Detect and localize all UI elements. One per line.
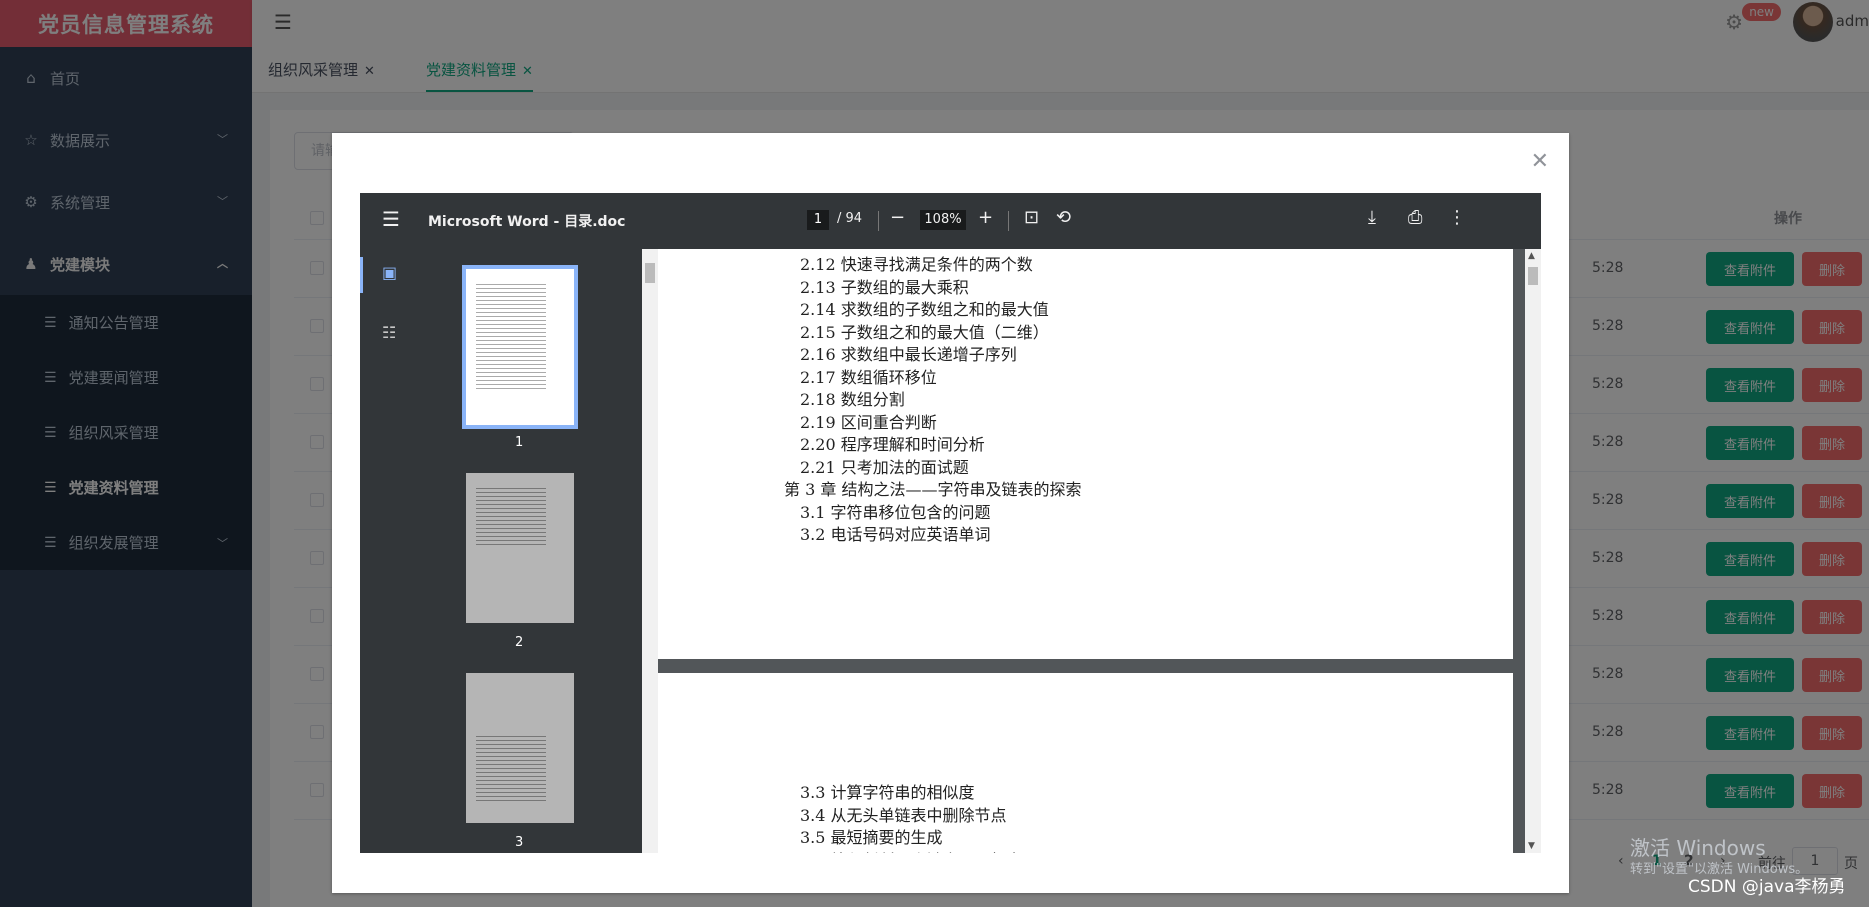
thumbnail-content bbox=[476, 733, 546, 803]
thumbnail-content bbox=[476, 485, 546, 545]
thumbnail-panel: ▣ ☷ 1 2 3 bbox=[360, 249, 642, 853]
page-total: / 94 bbox=[837, 211, 863, 226]
csdn-watermark: CSDN @java李杨勇 bbox=[1688, 877, 1846, 897]
zoom-in-icon[interactable]: + bbox=[978, 207, 993, 228]
toc-line: 2.18 数组分割 bbox=[800, 390, 905, 409]
toc-line: 3.2 电话号码对应英语单词 bbox=[800, 525, 991, 544]
thumbnail-page-1[interactable] bbox=[462, 265, 578, 429]
preview-dialog: ✕ ☰ Microsoft Word - 目录.doc 1 / 94 − 108… bbox=[332, 133, 1569, 893]
pdf-page-1: 2.12 快速寻找满足条件的两个数 2.13 子数组的最大乘积 2.14 求数组的子… bbox=[658, 249, 1513, 659]
toc-line: 3.4 从无头单链表中删除节点 bbox=[800, 805, 1007, 825]
toc-line: 3.5 最短摘要的生成 bbox=[800, 828, 943, 847]
menu-icon[interactable]: ☰ bbox=[382, 207, 400, 231]
toc-line: 2.16 求数组中最长递增子序列 bbox=[800, 345, 1017, 364]
scroll-thumb[interactable] bbox=[645, 263, 655, 283]
pdf-page-2: 3.3 计算字符串的相似度 3.4 从无头单链表中删除节点 3.5 最短摘要的生成3… bbox=[658, 673, 1513, 853]
print-icon[interactable]: ⎙ bbox=[1408, 207, 1422, 228]
toc-line: 2.21 只考加法的面试题 bbox=[800, 457, 969, 477]
download-icon[interactable]: ⤓ bbox=[1368, 207, 1376, 228]
pdf-title: Microsoft Word - 目录.doc bbox=[428, 214, 626, 230]
toc-line: 2.17 数组循环移位 bbox=[800, 367, 937, 387]
zoom-input[interactable]: 108% bbox=[920, 210, 966, 230]
pdf-viewer: ☰ Microsoft Word - 目录.doc 1 / 94 − 108% … bbox=[360, 193, 1541, 853]
toc-line: 2.15 子数组之和的最大值（二维） bbox=[800, 322, 1049, 342]
toc-line: 2.12 快速寻找满足条件的两个数 bbox=[800, 255, 1033, 274]
thumbnail-label: 2 bbox=[515, 635, 524, 650]
thumbnail-label: 3 bbox=[515, 835, 524, 850]
thumbnail-content bbox=[476, 281, 546, 391]
selected-tab-marker bbox=[360, 257, 363, 293]
thumbnail-label: 1 bbox=[515, 435, 524, 450]
toc-line: 3.6 编程判断两个链表是否相交 bbox=[800, 847, 1023, 854]
divider bbox=[1008, 211, 1009, 231]
toc-line: 第 3 章 结构之法——字符串及链表的探索 bbox=[784, 480, 1082, 499]
fit-page-icon[interactable]: ⊡ bbox=[1024, 207, 1039, 228]
toc-line: 2.20 程序理解和时间分析 bbox=[800, 435, 985, 454]
windows-activation-title: 激活 Windows bbox=[1630, 836, 1766, 860]
more-icon[interactable]: ⋮ bbox=[1448, 207, 1466, 228]
outline-tab-icon[interactable]: ☷ bbox=[382, 323, 396, 342]
thumbnail-page-2[interactable] bbox=[466, 473, 574, 623]
scroll-down-icon[interactable]: ▼ bbox=[1528, 841, 1535, 851]
thumbnails-tab-icon[interactable]: ▣ bbox=[382, 263, 397, 282]
pdf-pages: 2.12 快速寻找满足条件的两个数 2.13 子数组的最大乘积 2.14 求数组的子… bbox=[658, 249, 1525, 853]
page-number-input[interactable]: 1 bbox=[807, 210, 829, 230]
scroll-up-icon[interactable]: ▲ bbox=[1528, 251, 1535, 261]
toc-line: 3.1 字符串移位包含的问题 bbox=[800, 502, 991, 522]
toc-line: 2.19 区间重合判断 bbox=[800, 412, 937, 432]
zoom-out-icon[interactable]: − bbox=[890, 207, 905, 228]
toc-line: 2.13 子数组的最大乘积 bbox=[800, 277, 969, 297]
scroll-thumb[interactable] bbox=[1528, 267, 1538, 285]
toc-line: 3.3 计算字符串的相似度 bbox=[800, 783, 975, 802]
thumbnail-scrollbar[interactable] bbox=[642, 249, 658, 853]
divider bbox=[878, 211, 879, 231]
thumbnail-page-3[interactable] bbox=[466, 673, 574, 823]
rotate-icon[interactable]: ⟲ bbox=[1056, 207, 1071, 228]
close-icon[interactable]: ✕ bbox=[1531, 149, 1549, 174]
pdf-scrollbar[interactable]: ▲ ▼ bbox=[1525, 249, 1541, 853]
pdf-toolbar: ☰ Microsoft Word - 目录.doc 1 / 94 − 108% … bbox=[360, 193, 1541, 249]
toc-line: 2.14 求数组的子数组之和的最大值 bbox=[800, 300, 1049, 319]
